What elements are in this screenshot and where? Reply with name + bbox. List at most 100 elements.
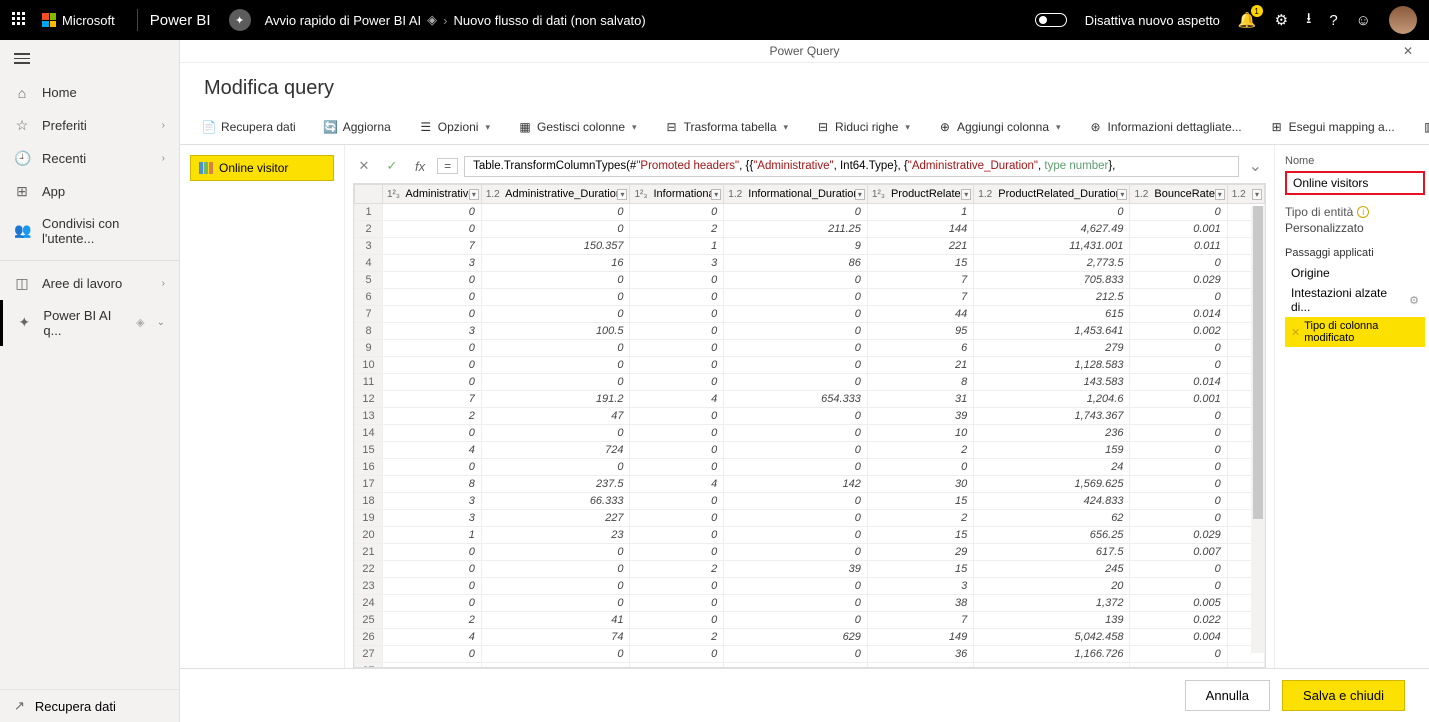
cell[interactable]: 2 bbox=[383, 612, 482, 629]
table-row[interactable]: 193227002620 bbox=[355, 510, 1265, 527]
table-row[interactable]: 1600000240 bbox=[355, 459, 1265, 476]
table-row[interactable]: 270000361,166.7260 bbox=[355, 646, 1265, 663]
cell[interactable]: 0 bbox=[481, 578, 630, 595]
filter-dropdown-icon[interactable]: ▾ bbox=[961, 189, 971, 200]
cell[interactable]: 1,128.583 bbox=[974, 357, 1130, 374]
cell[interactable]: 38 bbox=[867, 595, 973, 612]
cell[interactable]: 0 bbox=[481, 544, 630, 561]
cell[interactable]: 7 bbox=[383, 238, 482, 255]
cell[interactable]: 95 bbox=[867, 323, 973, 340]
ribbon-transform[interactable]: ⊟Trasforma tabella▾ bbox=[659, 116, 794, 138]
column-header[interactable]: 1.2 BounceRates▾ bbox=[1130, 185, 1227, 204]
cell[interactable]: 0 bbox=[974, 204, 1130, 221]
cell[interactable]: 0 bbox=[724, 646, 868, 663]
cell[interactable]: 0 bbox=[383, 544, 482, 561]
cell[interactable]: 0 bbox=[630, 323, 724, 340]
cell[interactable]: 0 bbox=[383, 357, 482, 374]
delete-step-button[interactable]: ✕ bbox=[353, 155, 375, 177]
expand-formula-button[interactable]: ⌄ bbox=[1245, 156, 1266, 176]
cell[interactable]: 9 bbox=[724, 238, 868, 255]
cell[interactable]: 0 bbox=[481, 340, 630, 357]
cell[interactable]: 656.25 bbox=[974, 527, 1130, 544]
cell[interactable]: 236 bbox=[974, 425, 1130, 442]
applied-step-active[interactable]: ✕Tipo di colonna modificato bbox=[1285, 317, 1425, 347]
cell[interactable]: 23 bbox=[481, 527, 630, 544]
cell[interactable]: 3 bbox=[383, 255, 482, 272]
table-row[interactable]: 140000102360 bbox=[355, 425, 1265, 442]
cell[interactable]: 74 bbox=[481, 629, 630, 646]
cell[interactable]: 0 bbox=[383, 340, 482, 357]
cell[interactable]: 0.014 bbox=[1130, 374, 1227, 391]
cell[interactable]: 10 bbox=[867, 425, 973, 442]
ribbon-insights[interactable]: ⊛Informazioni dettagliate... bbox=[1083, 116, 1248, 138]
cell[interactable]: 212.5 bbox=[974, 289, 1130, 306]
ribbon-get-data[interactable]: 📄Recupera dati bbox=[196, 116, 302, 138]
ribbon-options[interactable]: ☰Opzioni▾ bbox=[413, 116, 496, 138]
ribbon-manage-columns[interactable]: ▦Gestisci colonne▾ bbox=[512, 116, 643, 138]
nav-workspaces[interactable]: ◫Aree di lavoro› bbox=[0, 267, 179, 300]
cell[interactable]: 0.029 bbox=[1130, 527, 1227, 544]
cell[interactable]: 3 bbox=[383, 323, 482, 340]
column-header[interactable]: 1²₃ Administrative▾ bbox=[383, 185, 482, 204]
cell[interactable]: 0 bbox=[630, 306, 724, 323]
cell[interactable]: 0 bbox=[724, 442, 868, 459]
cell[interactable]: 159 bbox=[974, 442, 1130, 459]
cell[interactable]: 424.833 bbox=[974, 493, 1130, 510]
table-row[interactable]: 2002211.251444,627.490.001 bbox=[355, 221, 1265, 238]
cell[interactable]: 0 bbox=[724, 357, 868, 374]
cell[interactable]: 0.004 bbox=[1130, 629, 1227, 646]
cell[interactable]: 150.357 bbox=[481, 238, 630, 255]
cell[interactable]: 0 bbox=[1130, 510, 1227, 527]
cell[interactable]: 1 bbox=[383, 527, 482, 544]
nav-get-data[interactable]: ↗Recupera dati bbox=[0, 689, 179, 722]
ribbon-mapping[interactable]: ⊞Esegui mapping a... bbox=[1264, 116, 1401, 138]
table-row[interactable]: 178237.54142301,569.6250 bbox=[355, 476, 1265, 493]
cell[interactable]: 7 bbox=[867, 612, 973, 629]
cell[interactable]: 654.333 bbox=[724, 391, 868, 408]
cell[interactable]: 0 bbox=[724, 306, 868, 323]
table-row[interactable]: 37150.3571922111,431.0010.011 bbox=[355, 238, 1265, 255]
cell[interactable]: 0.005 bbox=[1130, 595, 1227, 612]
cancel-button[interactable]: Annulla bbox=[1185, 680, 1270, 711]
help-icon[interactable]: ? bbox=[1329, 12, 1337, 29]
cell[interactable]: 36 bbox=[867, 646, 973, 663]
cell[interactable]: 2 bbox=[630, 221, 724, 238]
cell[interactable]: 0 bbox=[383, 289, 482, 306]
table-row[interactable]: 240000381,3720.005 bbox=[355, 595, 1265, 612]
cell[interactable]: 0 bbox=[383, 578, 482, 595]
user-avatar[interactable] bbox=[1389, 6, 1417, 34]
cell[interactable]: 4 bbox=[383, 442, 482, 459]
cell[interactable]: 7 bbox=[383, 391, 482, 408]
cell[interactable]: 0.001 bbox=[1130, 221, 1227, 238]
cell[interactable]: 0 bbox=[630, 595, 724, 612]
cell[interactable]: 15 bbox=[867, 561, 973, 578]
table-row[interactable]: 70000446150.014 bbox=[355, 306, 1265, 323]
table-row[interactable]: 100000211,128.5830 bbox=[355, 357, 1265, 374]
table-row[interactable]: 2200239152450 bbox=[355, 561, 1265, 578]
cell[interactable]: 3 bbox=[383, 510, 482, 527]
cell[interactable]: 0 bbox=[630, 527, 724, 544]
cell[interactable]: 0 bbox=[630, 646, 724, 663]
cell[interactable]: 0.002 bbox=[1130, 323, 1227, 340]
cell[interactable]: 7 bbox=[867, 272, 973, 289]
cell[interactable]: 31 bbox=[867, 391, 973, 408]
cell[interactable]: 0 bbox=[630, 493, 724, 510]
cell[interactable]: 0 bbox=[481, 221, 630, 238]
cell[interactable]: 0 bbox=[1130, 578, 1227, 595]
cell[interactable]: 39 bbox=[867, 408, 973, 425]
table-row[interactable]: 127191.24654.333311,204.60.001 bbox=[355, 391, 1265, 408]
column-header[interactable]: 1.2 Administrative_Duration▾ bbox=[481, 185, 630, 204]
ribbon-reduce-rows[interactable]: ⊟Riduci righe▾ bbox=[810, 116, 916, 138]
cell[interactable]: 8 bbox=[867, 374, 973, 391]
cell[interactable]: 1 bbox=[630, 238, 724, 255]
cell[interactable]: 5,042.458 bbox=[974, 629, 1130, 646]
filter-dropdown-icon[interactable]: ▾ bbox=[1215, 189, 1225, 200]
cell[interactable]: 0 bbox=[1130, 459, 1227, 476]
cell[interactable]: 0 bbox=[383, 561, 482, 578]
notifications-icon[interactable]: 🔔1 bbox=[1238, 11, 1257, 29]
nav-shared[interactable]: 👥Condivisi con l'utente... bbox=[0, 208, 179, 254]
cell[interactable]: 62 bbox=[974, 510, 1130, 527]
nav-current-workspace[interactable]: ✦Power BI AI q...◈⌄ bbox=[0, 300, 179, 346]
filter-dropdown-icon[interactable]: ▾ bbox=[855, 189, 865, 200]
product-name[interactable]: Power BI bbox=[150, 12, 211, 29]
